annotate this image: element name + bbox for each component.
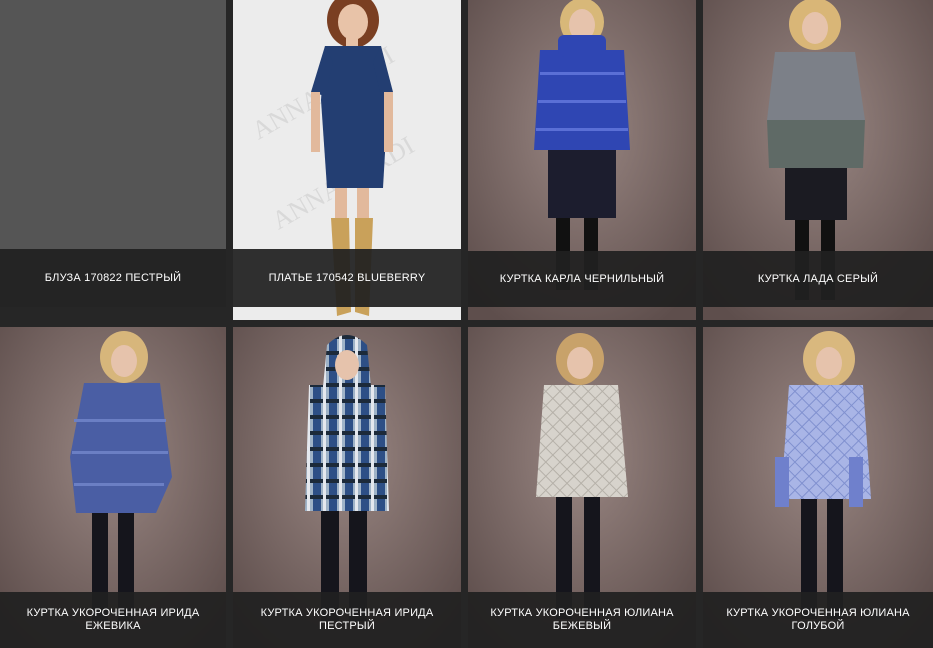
product-title[interactable]: КУРТКА КАРЛА ЧЕРНИЛЬНЫЙ [468,251,696,307]
product-card-blouse[interactable]: БЛУЗА 170822 ПЕСТРЫЙ [0,0,226,307]
product-grid: БЛУЗА 170822 ПЕСТРЫЙ ANNA VERDI ANNA VER… [0,0,933,648]
product-card-jacket-irida-blackberry[interactable]: КУРТКА УКОРОЧЕННАЯ ИРИДА ЕЖЕВИКА [0,327,226,648]
product-card-dress[interactable]: ANNA VERDI ANNA VERDI ПЛАТЬЕ 170542 BLUE… [233,0,461,320]
product-title[interactable]: КУРТКА УКОРОЧЕННАЯ ЮЛИАНА ГОЛУБОЙ [703,592,933,648]
product-title[interactable]: КУРТКА УКОРОЧЕННАЯ ИРИДА ЕЖЕВИКА [0,592,226,648]
product-card-jacket-irida-print[interactable]: КУРТКА УКОРОЧЕННАЯ ИРИДА ПЕСТРЫЙ [233,327,461,648]
product-title[interactable]: КУРТКА УКОРОЧЕННАЯ ЮЛИАНА БЕЖЕВЫЙ [468,592,696,648]
product-title[interactable]: ПЛАТЬЕ 170542 BLUEBERRY [233,249,461,307]
product-title[interactable]: БЛУЗА 170822 ПЕСТРЫЙ [0,249,226,307]
product-card-jacket-lada[interactable]: КУРТКА ЛАДА СЕРЫЙ [703,0,933,320]
product-card-jacket-karla[interactable]: КУРТКА КАРЛА ЧЕРНИЛЬНЫЙ [468,0,696,320]
product-title[interactable]: КУРТКА ЛАДА СЕРЫЙ [703,251,933,307]
product-card-jacket-yuliana-beige[interactable]: КУРТКА УКОРОЧЕННАЯ ЮЛИАНА БЕЖЕВЫЙ [468,327,696,648]
product-card-jacket-yuliana-blue[interactable]: КУРТКА УКОРОЧЕННАЯ ЮЛИАНА ГОЛУБОЙ [703,327,933,648]
product-title[interactable]: КУРТКА УКОРОЧЕННАЯ ИРИДА ПЕСТРЫЙ [233,592,461,648]
